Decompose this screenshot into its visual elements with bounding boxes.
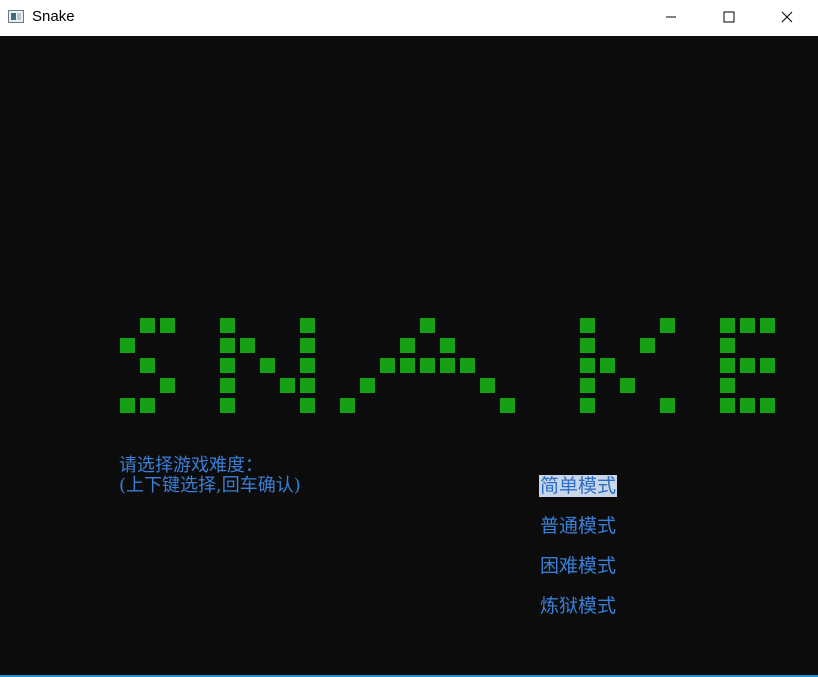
logo-block <box>440 358 455 373</box>
logo-block <box>300 358 315 373</box>
logo-block <box>580 378 595 393</box>
difficulty-prompt: 请选择游戏难度： <box>119 455 263 476</box>
logo-block <box>140 398 155 413</box>
controls-hint: (上下键选择,回车确认) <box>119 475 301 496</box>
logo-block <box>280 378 295 393</box>
logo-block <box>460 358 475 373</box>
close-button[interactable] <box>758 0 816 34</box>
logo-block <box>580 318 595 333</box>
logo-block <box>140 358 155 373</box>
logo-block <box>640 338 655 353</box>
logo-block <box>420 358 435 373</box>
logo-block <box>600 358 615 373</box>
logo-block <box>340 398 355 413</box>
logo-block <box>720 338 735 353</box>
logo-block <box>580 338 595 353</box>
logo-block <box>660 398 675 413</box>
logo-block <box>220 378 235 393</box>
logo-block <box>500 398 515 413</box>
logo-block <box>760 398 775 413</box>
title-bar: Snake <box>0 0 818 36</box>
logo-block <box>160 378 175 393</box>
logo-block <box>300 338 315 353</box>
console-app-icon <box>8 10 24 23</box>
logo-block <box>740 358 755 373</box>
logo-block <box>220 318 235 333</box>
logo-block <box>740 318 755 333</box>
menu-item-hard[interactable]: 困难模式 <box>539 555 617 577</box>
maximize-icon <box>723 11 735 23</box>
logo-block <box>620 378 635 393</box>
logo-block <box>160 318 175 333</box>
minimize-icon <box>666 16 676 18</box>
logo-block <box>760 358 775 373</box>
logo-block <box>400 338 415 353</box>
logo-block <box>300 378 315 393</box>
logo-block <box>580 358 595 373</box>
logo-block <box>740 398 755 413</box>
logo-block <box>120 338 135 353</box>
logo-block <box>220 338 235 353</box>
logo-block <box>300 398 315 413</box>
logo-block <box>220 358 235 373</box>
close-icon <box>781 11 793 23</box>
logo-block <box>120 398 135 413</box>
logo-block <box>240 338 255 353</box>
minimize-button[interactable] <box>642 0 700 34</box>
logo-block <box>720 358 735 373</box>
logo-block <box>480 378 495 393</box>
logo-block <box>760 318 775 333</box>
menu-item-easy[interactable]: 简单模式 <box>539 475 618 497</box>
logo-block <box>440 338 455 353</box>
logo-block <box>140 318 155 333</box>
logo-block <box>420 318 435 333</box>
logo-block <box>720 398 735 413</box>
logo-block <box>580 398 595 413</box>
logo-block <box>300 318 315 333</box>
maximize-button[interactable] <box>700 0 758 34</box>
logo-block <box>720 318 735 333</box>
menu-item-normal[interactable]: 普通模式 <box>539 515 617 537</box>
logo-block <box>660 318 675 333</box>
logo-block <box>360 378 375 393</box>
menu-item-hell[interactable]: 炼狱模式 <box>539 595 617 617</box>
logo-block <box>260 358 275 373</box>
logo-block <box>220 398 235 413</box>
logo-block <box>720 378 735 393</box>
window-title: Snake <box>32 8 75 25</box>
logo-block <box>380 358 395 373</box>
snake-logo <box>120 318 775 413</box>
console-area: 请选择游戏难度： (上下键选择,回车确认) 简单模式 普通模式 困难模式 炼狱模… <box>0 36 818 675</box>
logo-block <box>400 358 415 373</box>
